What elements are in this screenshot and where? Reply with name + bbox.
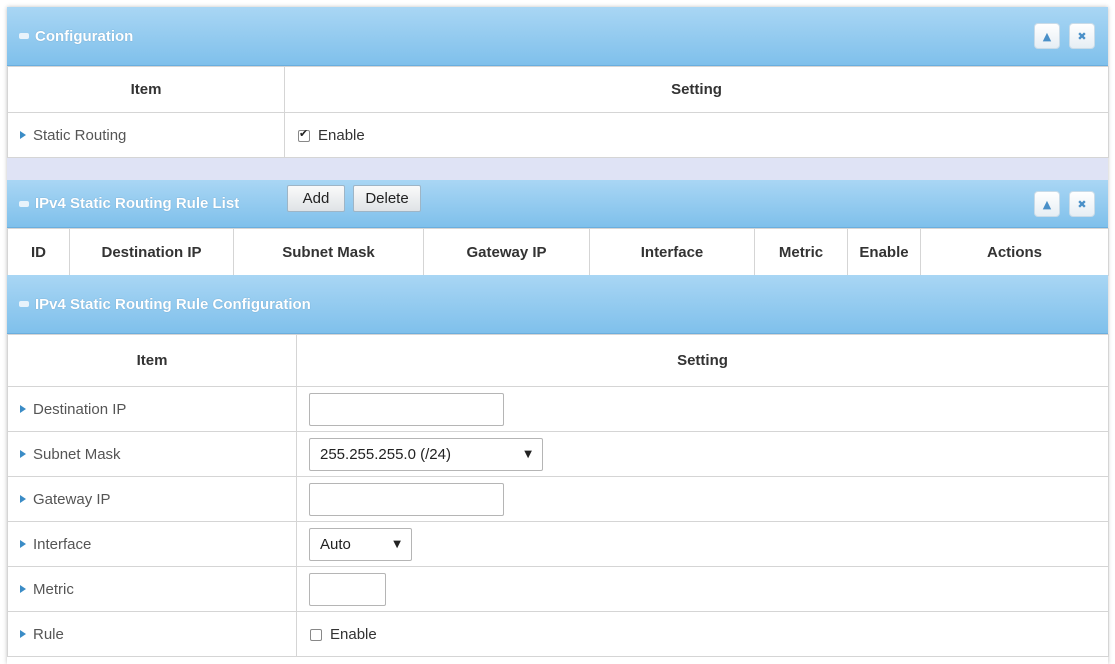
interface-select[interactable]: Auto ▼ — [309, 527, 412, 561]
gateway-ip-input[interactable] — [309, 482, 504, 516]
section-bullet-icon — [19, 33, 29, 39]
collapse-icon[interactable]: ▲ — [1034, 23, 1060, 49]
page-frame: Configuration ▲ ✖ Item Setting Static Ro… — [7, 7, 1109, 664]
triangle-right-icon — [20, 584, 26, 593]
actions-column-header: Actions — [920, 228, 1109, 276]
triangle-right-icon — [20, 494, 26, 503]
add-button[interactable]: Add — [287, 185, 345, 212]
rule-list-column-headers: ID Destination IP Subnet Mask Gateway IP… — [7, 228, 1109, 276]
item-column-header: Item — [7, 334, 297, 387]
rule-enable-checkbox[interactable] — [310, 628, 322, 641]
static-routing-row: Static Routing Enable — [7, 112, 1109, 158]
section-bullet-icon — [19, 201, 29, 207]
destination-ip-row: Destination IP — [7, 386, 1109, 432]
rule-label: Rule — [33, 625, 64, 643]
gateway-ip-row: Gateway IP — [7, 476, 1109, 522]
configuration-table-header: Item Setting — [7, 66, 1109, 113]
static-routing-enable-label: Enable — [318, 126, 365, 144]
subnet-mask-label: Subnet Mask — [33, 445, 121, 463]
enable-column-header: Enable — [847, 228, 921, 276]
metric-row: Metric — [7, 566, 1109, 612]
triangle-right-icon — [20, 130, 26, 139]
interface-row: Interface Auto ▼ — [7, 521, 1109, 567]
rule-config-header: IPv4 Static Routing Rule Configuration — [7, 275, 1108, 334]
rule-enable-label: Enable — [330, 625, 377, 643]
triangle-right-icon — [20, 449, 26, 458]
id-column-header: ID — [7, 228, 70, 276]
setting-column-header: Setting — [284, 66, 1109, 113]
subnet-mask-column-header: Subnet Mask — [233, 228, 424, 276]
static-routing-enable-checkbox[interactable] — [298, 127, 310, 142]
destination-ip-label: Destination IP — [33, 400, 127, 418]
metric-column-header: Metric — [754, 228, 848, 276]
configuration-title: Configuration — [35, 27, 134, 45]
interface-label: Interface — [33, 535, 92, 553]
collapse-icon[interactable]: ▲ — [1034, 191, 1060, 217]
rule-list-header: IPv4 Static Routing Rule List Add Delete… — [7, 180, 1108, 228]
subnet-mask-row: Subnet Mask 255.255.255.0 (/24) ▼ — [7, 431, 1109, 477]
triangle-right-icon — [20, 404, 26, 413]
configuration-table: Item Setting Static Routing Enable — [7, 66, 1109, 158]
metric-input[interactable] — [309, 572, 386, 606]
interface-value: Auto — [320, 535, 351, 553]
gateway-ip-label: Gateway IP — [33, 490, 111, 508]
metric-label: Metric — [33, 580, 74, 598]
chevron-down-icon: ▼ — [393, 538, 401, 550]
rule-config-table-header: Item Setting — [7, 334, 1109, 387]
interface-column-header: Interface — [589, 228, 755, 276]
section-bullet-icon — [19, 301, 29, 307]
destination-ip-input[interactable] — [309, 392, 504, 426]
gateway-ip-column-header: Gateway IP — [423, 228, 590, 276]
triangle-right-icon — [20, 539, 26, 548]
static-routing-label: Static Routing — [33, 126, 127, 144]
configuration-header: Configuration ▲ ✖ — [7, 7, 1108, 66]
chevron-down-icon: ▼ — [524, 448, 532, 460]
item-column-header: Item — [7, 66, 285, 113]
rule-list-title: IPv4 Static Routing Rule List — [35, 195, 240, 212]
rule-config-title: IPv4 Static Routing Rule Configuration — [35, 295, 311, 313]
rule-row: Rule Enable — [7, 611, 1109, 657]
section-spacer — [7, 158, 1108, 180]
close-icon[interactable]: ✖ — [1069, 191, 1095, 217]
triangle-right-icon — [20, 629, 26, 638]
subnet-mask-select[interactable]: 255.255.255.0 (/24) ▼ — [309, 437, 543, 471]
setting-column-header: Setting — [296, 334, 1109, 387]
close-icon[interactable]: ✖ — [1069, 23, 1095, 49]
rule-config-table: Item Setting Destination IP Subnet Mask … — [7, 334, 1109, 657]
rule-list-table: ID Destination IP Subnet Mask Gateway IP… — [7, 228, 1109, 276]
delete-button[interactable]: Delete — [353, 185, 421, 212]
subnet-mask-value: 255.255.255.0 (/24) — [320, 445, 451, 463]
destination-ip-column-header: Destination IP — [69, 228, 234, 276]
